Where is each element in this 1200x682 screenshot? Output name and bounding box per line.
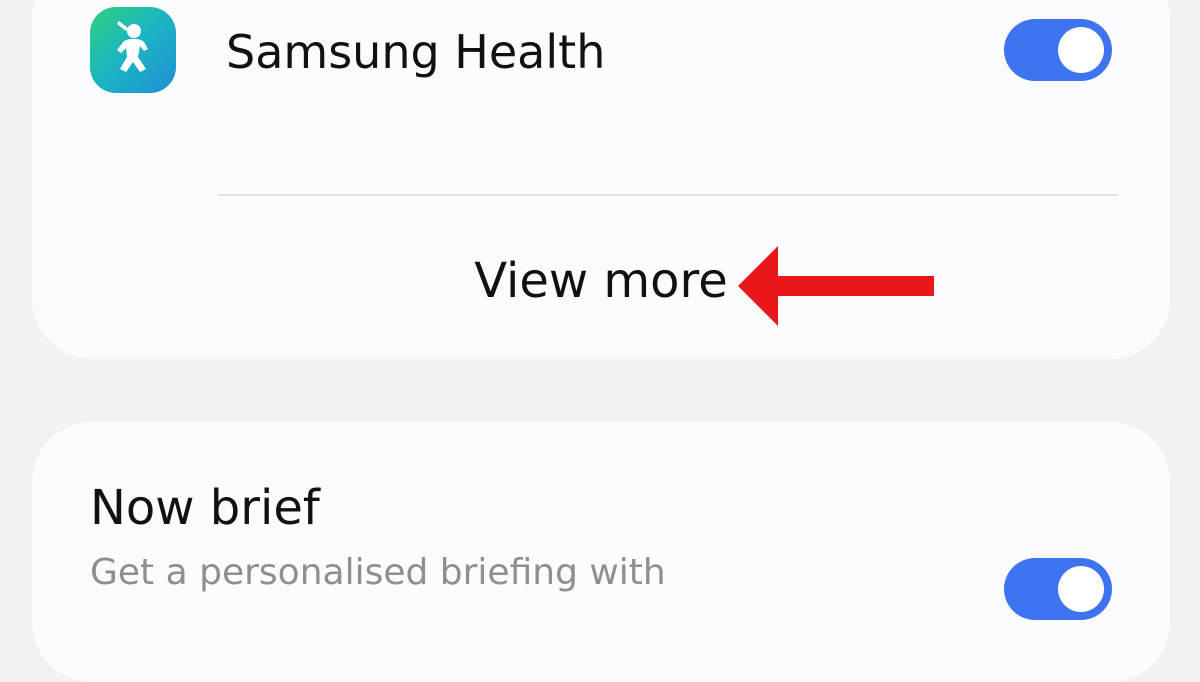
now-brief-description: Get a personalised briefing with <box>90 552 666 593</box>
arrow-left-icon <box>738 246 934 326</box>
toggle-knob <box>1058 27 1104 73</box>
now-brief-title: Now brief <box>90 480 320 536</box>
now-brief-toggle[interactable] <box>1004 558 1112 620</box>
view-more-button[interactable]: View more <box>32 250 1170 312</box>
app-row-samsung-health[interactable]: Samsung Health <box>32 0 1170 100</box>
app-label: Samsung Health <box>226 25 606 79</box>
now-brief-card: Now brief Get a personalised briefing wi… <box>32 422 1170 682</box>
divider <box>218 194 1118 196</box>
samsung-health-toggle[interactable] <box>1004 19 1112 81</box>
samsung-health-icon <box>90 7 176 93</box>
apps-card: Samsung Health View more <box>32 0 1170 359</box>
toggle-knob <box>1058 566 1104 612</box>
